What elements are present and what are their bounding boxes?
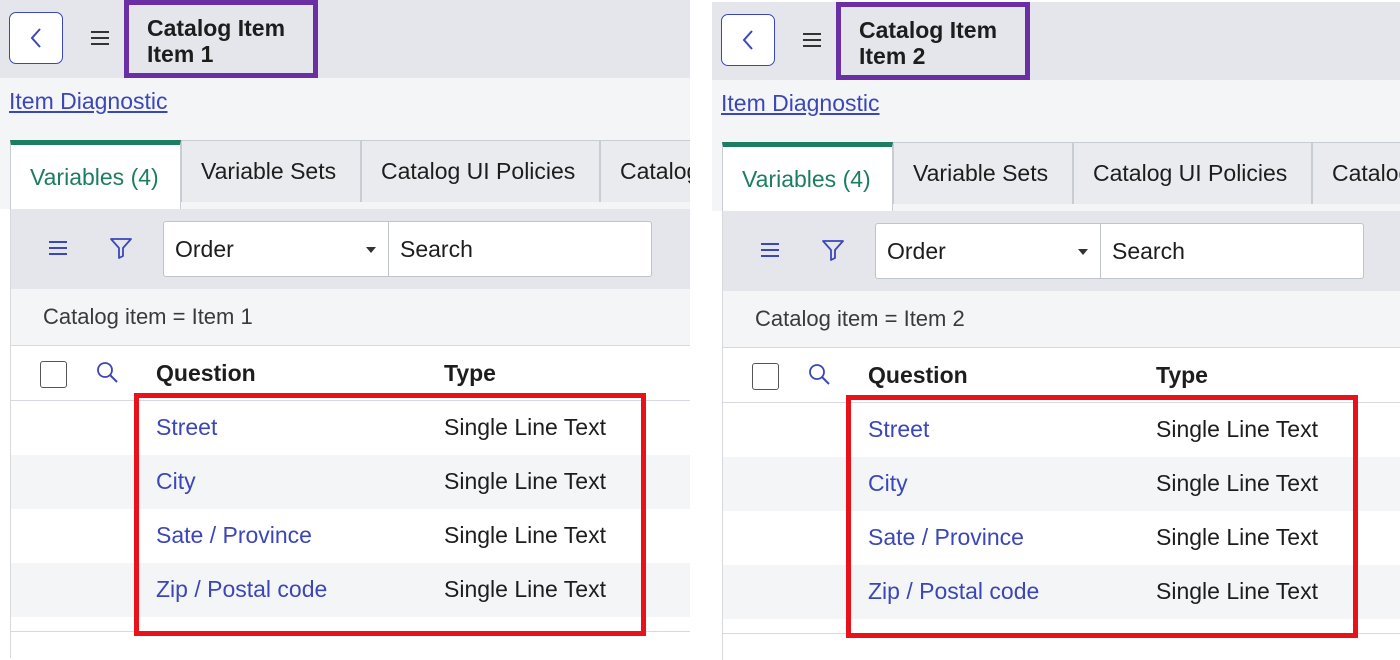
column-header-question[interactable]: Question	[868, 362, 968, 389]
catalog-item-panel-2: Catalog Item Item 2 Item Diagnostic Vari…	[712, 2, 1400, 660]
tab-variable-sets[interactable]: Variable Sets	[181, 140, 361, 202]
list-menu-button[interactable]	[43, 233, 73, 263]
catalog-item-panel-1: Catalog Item Item 1 Item Diagnostic Vari…	[0, 0, 690, 658]
form-menu-button[interactable]	[84, 22, 116, 54]
form-title-type: Catalog Item	[147, 15, 286, 41]
list-column-headers: Question Type	[723, 348, 1400, 403]
chevron-down-icon	[1078, 249, 1088, 255]
table-row: Sate / Province Single Line Text	[723, 511, 1400, 565]
list-toolbar: Order	[723, 211, 1400, 291]
list-footer-divider	[723, 633, 1400, 634]
tab-catalog-ui-policies[interactable]: Catalog UI Policies	[361, 140, 600, 202]
type-cell: Single Line Text	[1156, 416, 1318, 442]
order-select-value: Order	[887, 237, 946, 264]
search-icon[interactable]	[95, 360, 121, 386]
table-row: City Single Line Text	[723, 457, 1400, 511]
table-row: Zip / Postal code Single Line Text	[723, 565, 1400, 619]
back-button[interactable]	[721, 14, 775, 66]
column-header-type[interactable]: Type	[444, 360, 496, 387]
back-button[interactable]	[9, 12, 63, 64]
list-toolbar: Order	[11, 209, 690, 289]
tab-catalog-ui-policies[interactable]: Catalog UI Policies	[1073, 142, 1312, 204]
question-link[interactable]: City	[156, 468, 196, 495]
column-header-type[interactable]: Type	[1156, 362, 1208, 389]
type-cell: Single Line Text	[444, 522, 606, 548]
breadcrumb-row: Catalog item = Item 1	[11, 289, 690, 346]
form-menu-button[interactable]	[796, 24, 828, 56]
form-header: Catalog Item Item 2	[712, 2, 1400, 80]
search-icon[interactable]	[807, 362, 833, 388]
type-cell: Single Line Text	[1156, 524, 1318, 550]
list-menu-button[interactable]	[755, 235, 785, 265]
filter-funnel-icon	[822, 240, 844, 261]
form-title-record: Item 1	[147, 41, 214, 67]
tab-variables[interactable]: Variables (4)	[722, 142, 893, 212]
tab-variables[interactable]: Variables (4)	[10, 140, 181, 210]
list-menu-icon	[49, 241, 67, 255]
type-cell: Single Line Text	[444, 414, 606, 440]
question-link[interactable]: Sate / Province	[156, 522, 312, 549]
variables-related-list: Order Catalog item = Item 1 Question Typ…	[10, 209, 690, 658]
order-select[interactable]: Order	[875, 223, 1101, 279]
type-cell: Single Line Text	[444, 576, 606, 602]
breadcrumb[interactable]: Catalog item = Item 2	[755, 306, 965, 332]
list-menu-icon	[761, 243, 779, 257]
list-rows: Street Single Line Text City Single Line…	[11, 401, 690, 617]
question-link[interactable]: Street	[868, 416, 929, 443]
select-all-checkbox[interactable]	[40, 361, 67, 388]
question-link[interactable]: Zip / Postal code	[868, 578, 1039, 605]
item-diagnostic-link[interactable]: Item Diagnostic	[721, 90, 880, 117]
form-title-record: Item 2	[859, 43, 926, 69]
chevron-down-icon	[366, 247, 376, 253]
select-all-checkbox[interactable]	[752, 363, 779, 390]
question-link[interactable]: Zip / Postal code	[156, 576, 327, 603]
hamburger-menu-icon	[803, 33, 821, 47]
chevron-left-icon	[30, 28, 41, 48]
form-header: Catalog Item Item 1	[0, 0, 690, 78]
order-select[interactable]: Order	[163, 221, 389, 277]
breadcrumb-row: Catalog item = Item 2	[723, 291, 1400, 348]
type-cell: Single Line Text	[1156, 578, 1318, 604]
list-rows: Street Single Line Text City Single Line…	[723, 403, 1400, 619]
item-diagnostic-link[interactable]: Item Diagnostic	[9, 88, 168, 115]
filter-button[interactable]	[106, 233, 136, 263]
hamburger-menu-icon	[91, 31, 109, 45]
type-cell: Single Line Text	[1156, 470, 1318, 496]
order-select-value: Order	[175, 235, 234, 262]
chevron-left-icon	[742, 30, 753, 50]
column-header-question[interactable]: Question	[156, 360, 256, 387]
tab-catalog-more[interactable]: Catalog	[600, 140, 690, 202]
tab-catalog-more[interactable]: Catalog	[1312, 142, 1400, 204]
table-row: Sate / Province Single Line Text	[11, 509, 690, 563]
form-title-highlight: Catalog Item Item 1	[124, 0, 318, 78]
list-footer-divider	[11, 631, 690, 632]
list-search-input[interactable]	[388, 221, 652, 277]
breadcrumb[interactable]: Catalog item = Item 1	[43, 304, 253, 330]
form-title-highlight: Catalog Item Item 2	[836, 2, 1030, 80]
list-search-input[interactable]	[1100, 223, 1364, 279]
panel-divider	[692, 0, 712, 658]
variables-related-list: Order Catalog item = Item 2 Question Typ…	[722, 211, 1400, 660]
form-title-type: Catalog Item	[859, 17, 998, 43]
tab-variable-sets[interactable]: Variable Sets	[893, 142, 1073, 204]
question-link[interactable]: Sate / Province	[868, 524, 1024, 551]
table-row: City Single Line Text	[11, 455, 690, 509]
question-link[interactable]: City	[868, 470, 908, 497]
question-link[interactable]: Street	[156, 414, 217, 441]
table-row: Street Single Line Text	[723, 403, 1400, 457]
filter-button[interactable]	[818, 235, 848, 265]
list-column-headers: Question Type	[11, 346, 690, 401]
table-row: Zip / Postal code Single Line Text	[11, 563, 690, 617]
filter-funnel-icon	[110, 238, 132, 259]
type-cell: Single Line Text	[444, 468, 606, 494]
table-row: Street Single Line Text	[11, 401, 690, 455]
